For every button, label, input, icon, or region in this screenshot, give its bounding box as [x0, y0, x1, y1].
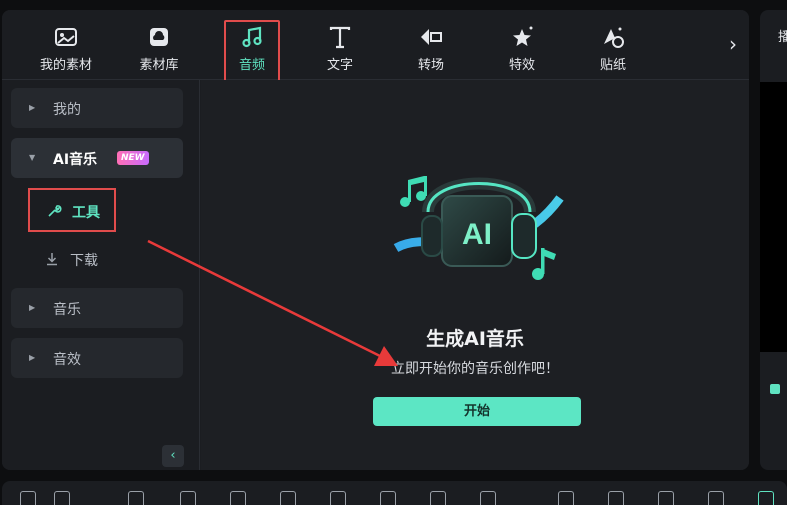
download-icon	[47, 253, 57, 266]
sidebar-subitem-download[interactable]: 下载	[28, 238, 116, 282]
loading-icon[interactable]	[558, 491, 574, 505]
top-toolbar: 我的素材 素材库 音频 文字 转场 特效 贴纸 ›	[2, 10, 749, 84]
sidebar-subitem-label: 工具	[72, 205, 100, 221]
cloud-icon	[150, 28, 168, 46]
ai-headphones-illustration: AI	[393, 176, 564, 280]
triangle-down-icon: ▼	[29, 153, 36, 162]
text-tool-icon[interactable]	[380, 491, 396, 505]
tab-my-media[interactable]: 我的素材	[26, 20, 106, 74]
tab-label: 贴纸	[599, 58, 626, 73]
sidebar-item-my[interactable]: ▶ 我的	[11, 88, 183, 128]
transition-icon	[421, 29, 442, 45]
image-icon	[55, 28, 77, 46]
sidebar: ▶ 我的 ▼ AI音乐 NEW 工具 下载 ▶ 音乐 ▶ 音效 ‹	[2, 80, 200, 470]
sidebar-item-sfx[interactable]: ▶ 音效	[11, 338, 183, 378]
new-badge: NEW	[117, 151, 149, 165]
redo-icon[interactable]	[180, 491, 196, 505]
timeline-toolbar	[2, 481, 787, 505]
start-button[interactable]: 开始	[373, 397, 581, 426]
preview-tab[interactable]: 播	[778, 26, 787, 45]
marker-icon[interactable]	[770, 384, 780, 394]
list-icon[interactable]	[708, 491, 724, 505]
wrench-icon	[48, 205, 62, 217]
ai-music-empty-state: AI 生成AI音乐 立即开始你的音乐创作吧！ 开始	[201, 80, 749, 470]
microphone-icon[interactable]	[658, 491, 674, 505]
text-icon	[329, 26, 351, 49]
tab-label: 素材库	[139, 58, 179, 73]
tab-audio[interactable]: 音频	[224, 20, 280, 84]
sidebar-item-ai-music[interactable]: ▼ AI音乐 NEW	[11, 138, 183, 178]
sidebar-subitem-label: 下载	[70, 253, 98, 269]
tab-label: 我的素材	[39, 58, 92, 73]
ai-label: AI	[462, 218, 492, 251]
triangle-right-icon: ▶	[29, 303, 36, 312]
media-panel: 我的素材 素材库 音频 文字 转场 特效 贴纸 › ▶ 我的 ▼ AI音乐 NE…	[2, 10, 749, 470]
speed-icon[interactable]	[480, 491, 496, 505]
tab-text[interactable]: 文字	[300, 20, 380, 74]
record-icon[interactable]	[430, 491, 446, 505]
sidebar-item-label: AI音乐	[53, 152, 98, 168]
triangle-right-icon: ▶	[29, 103, 36, 112]
sidebar-item-label: 我的	[53, 102, 81, 118]
sidebar-item-label: 音效	[53, 352, 81, 368]
chevron-right-icon[interactable]: ›	[723, 32, 743, 56]
tab-label: 文字	[326, 58, 353, 73]
undo-icon[interactable]	[128, 491, 144, 505]
preview-canvas	[760, 82, 787, 352]
layout-icon[interactable]	[20, 491, 36, 505]
tab-stock-media[interactable]: 素材库	[119, 20, 199, 74]
tab-label: 转场	[417, 58, 444, 73]
triangle-right-icon: ▶	[29, 353, 36, 362]
tab-label: 音频	[238, 58, 265, 73]
collapse-sidebar-button[interactable]: ‹	[162, 445, 184, 467]
music-note-icon	[242, 26, 262, 48]
sticker-icon	[604, 27, 624, 48]
marker-tool-icon[interactable]	[608, 491, 624, 505]
sidebar-subitem-tools[interactable]: 工具	[28, 188, 116, 232]
empty-state-subtitle: 立即开始你的音乐创作吧！	[391, 361, 559, 377]
ai-tool-icon[interactable]	[758, 491, 774, 505]
empty-state-title: 生成AI音乐	[426, 328, 524, 350]
preview-panel: 播	[760, 10, 787, 470]
select-icon[interactable]	[54, 491, 70, 505]
tab-transitions[interactable]: 转场	[391, 20, 471, 74]
sidebar-item-music[interactable]: ▶ 音乐	[11, 288, 183, 328]
tab-label: 特效	[508, 58, 535, 73]
tab-stickers[interactable]: 贴纸	[573, 20, 653, 74]
crop-icon[interactable]	[330, 491, 346, 505]
delete-icon[interactable]	[230, 491, 246, 505]
cut-icon[interactable]	[280, 491, 296, 505]
sidebar-item-label: 音乐	[53, 302, 81, 318]
sparkle-star-icon	[513, 26, 533, 46]
tab-effects[interactable]: 特效	[482, 20, 562, 74]
